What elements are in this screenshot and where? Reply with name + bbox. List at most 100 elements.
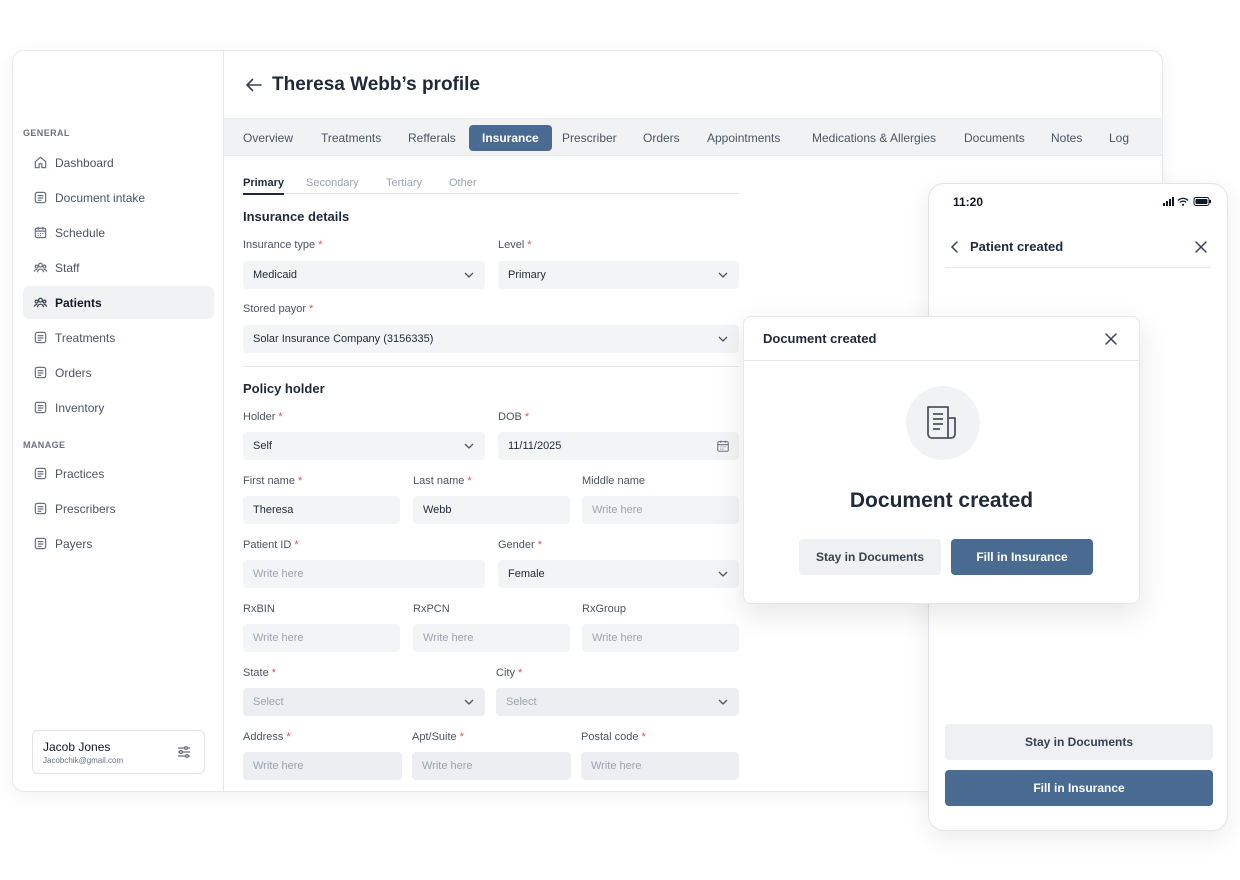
user-card[interactable]: Jacob Jones Jacobchik@gmail.com — [32, 730, 205, 774]
stay-in-documents-button[interactable]: Stay in Documents — [799, 539, 941, 575]
tab-orders[interactable]: Orders — [630, 125, 693, 151]
tab-bar: Overview Treatments Refferals Insurance … — [224, 118, 1162, 156]
tab-log[interactable]: Log — [1096, 125, 1142, 151]
chevron-down-icon — [718, 571, 728, 577]
document-icon — [34, 467, 47, 480]
chevron-down-icon — [718, 699, 728, 705]
policy-holder-heading: Policy holder — [243, 381, 325, 396]
chevron-down-icon — [464, 443, 474, 449]
subtab-other[interactable]: Other — [449, 177, 477, 189]
stored-payor-select[interactable]: Solar Insurance Company (3156335) — [243, 325, 739, 353]
users-icon — [33, 297, 48, 308]
sidebar-item-inventory[interactable]: Inventory — [23, 391, 214, 424]
document-icon — [927, 406, 956, 439]
sidebar-item-practices[interactable]: Practices — [23, 457, 214, 490]
sidebar-item-label: Orders — [55, 365, 92, 380]
close-icon[interactable] — [1103, 331, 1119, 347]
tab-treatments[interactable]: Treatments — [308, 125, 394, 151]
calendar-icon[interactable] — [716, 439, 730, 453]
tab-documents[interactable]: Documents — [951, 125, 1038, 151]
sidebar-item-treatments[interactable]: Treatments — [23, 321, 214, 354]
last-name-label: Last name * — [413, 475, 472, 487]
fill-in-insurance-button[interactable]: Fill in Insurance — [945, 770, 1213, 806]
fill-in-insurance-button[interactable]: Fill in Insurance — [951, 539, 1093, 575]
middle-name-label: Middle name — [582, 475, 645, 487]
dob-label: DOB * — [498, 411, 530, 423]
insurance-type-value: Medicaid — [253, 269, 298, 281]
tab-refferals[interactable]: Refferals — [395, 125, 469, 151]
patient-id-input[interactable]: Write here — [243, 560, 485, 588]
mobile-header-divider — [945, 267, 1211, 268]
document-icon — [34, 331, 47, 344]
status-bar-icons — [1163, 197, 1211, 206]
document-icon — [34, 537, 47, 550]
chevron-down-icon — [718, 272, 728, 278]
tab-appointments[interactable]: Appointments — [694, 125, 793, 151]
stay-in-documents-button[interactable]: Stay in Documents — [945, 724, 1213, 760]
chevron-left-icon[interactable] — [947, 239, 963, 255]
sidebar-item-prescribers[interactable]: Prescribers — [23, 492, 214, 525]
sidebar-item-orders[interactable]: Orders — [23, 356, 214, 389]
middle-name-input[interactable]: Write here — [582, 496, 739, 524]
home-icon — [34, 156, 47, 169]
tab-notes[interactable]: Notes — [1038, 125, 1095, 151]
insurance-type-select[interactable]: Medicaid — [243, 261, 485, 289]
users-icon — [33, 262, 48, 273]
sidebar-item-label: Document intake — [55, 190, 146, 205]
postal-code-input[interactable]: Write here — [581, 752, 739, 780]
chevron-down-icon — [464, 699, 474, 705]
insurance-type-label: Insurance type * — [243, 239, 323, 251]
apt-suite-input[interactable]: Write here — [412, 752, 571, 780]
dialog-divider — [744, 360, 1139, 361]
city-label: City * — [496, 667, 523, 679]
state-label: State * — [243, 667, 276, 679]
state-placeholder: Select — [253, 696, 284, 708]
level-select[interactable]: Primary — [498, 261, 739, 289]
close-icon[interactable] — [1193, 239, 1209, 255]
postal-code-label: Postal code * — [581, 731, 646, 743]
sidebar-item-staff[interactable]: Staff — [23, 251, 214, 284]
section-divider — [243, 366, 739, 367]
sidebar-item-label: Inventory — [55, 400, 105, 415]
rxbin-label: RxBIN — [243, 603, 275, 615]
address-input[interactable]: Write here — [243, 752, 402, 780]
back-arrow-icon[interactable] — [244, 75, 264, 95]
holder-label: Holder * — [243, 411, 283, 423]
first-name-input[interactable]: Theresa — [243, 496, 400, 524]
document-icon — [34, 401, 47, 414]
stored-payor-value: Solar Insurance Company (3156335) — [253, 333, 434, 345]
level-value: Primary — [508, 269, 546, 281]
subtab-secondary[interactable]: Secondary — [306, 177, 359, 189]
rxbin-input[interactable]: Write here — [243, 624, 400, 652]
sidebar-item-payers[interactable]: Payers — [23, 527, 214, 560]
sidebar-item-dashboard[interactable]: Dashboard — [23, 146, 214, 179]
calendar-icon — [34, 226, 47, 239]
subtab-primary[interactable]: Primary — [243, 177, 284, 195]
first-name-label: First name * — [243, 475, 303, 487]
tab-overview[interactable]: Overview — [230, 125, 306, 151]
tab-prescriber[interactable]: Prescriber — [549, 125, 630, 151]
level-label: Level * — [498, 239, 532, 251]
state-select[interactable]: Select — [243, 688, 485, 716]
dob-input[interactable]: 11/11/2025 — [498, 432, 739, 460]
sidebar-item-label: Dashboard — [55, 155, 114, 170]
city-select[interactable]: Select — [496, 688, 739, 716]
subtab-tertiary[interactable]: Tertiary — [386, 177, 422, 189]
mobile-title: Patient created — [970, 239, 1064, 254]
document-icon — [34, 191, 47, 204]
tab-insurance[interactable]: Insurance — [469, 125, 552, 151]
sidebar-item-patients[interactable]: Patients — [23, 286, 214, 319]
gender-value: Female — [508, 568, 545, 580]
rxpcn-input[interactable]: Write here — [413, 624, 570, 652]
holder-select[interactable]: Self — [243, 432, 485, 460]
sidebar-item-schedule[interactable]: Schedule — [23, 216, 214, 249]
tab-medications-allergies[interactable]: Medications & Allergies — [799, 125, 949, 151]
holder-value: Self — [253, 440, 272, 452]
last-name-input[interactable]: Webb — [413, 496, 570, 524]
sliders-icon[interactable] — [176, 744, 192, 760]
insurance-details-heading: Insurance details — [243, 209, 350, 224]
sidebar-item-document-intake[interactable]: Document intake — [23, 181, 214, 214]
gender-select[interactable]: Female — [498, 560, 739, 588]
status-time: 11:20 — [953, 195, 984, 209]
rxgroup-input[interactable]: Write here — [582, 624, 739, 652]
